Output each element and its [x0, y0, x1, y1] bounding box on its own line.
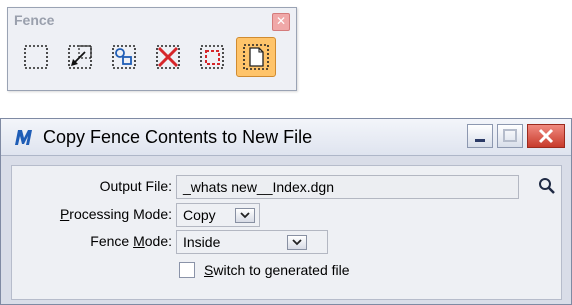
- output-file-field[interactable]: _whats new__Index.dgn: [176, 175, 519, 199]
- close-icon: [538, 128, 554, 144]
- place-fence-block-icon: [24, 45, 48, 69]
- modify-fence-icon: [68, 45, 92, 69]
- processing-mode-dropdown-button[interactable]: [235, 208, 255, 223]
- processing-mode-label: Processing Mode:: [59, 206, 172, 222]
- delete-fence-contents-icon: [156, 45, 180, 69]
- output-file-label: Output File:: [99, 178, 172, 194]
- maximize-icon: [503, 129, 517, 142]
- processing-mode-value: Copy: [183, 207, 216, 223]
- dialog-body: Output File: _whats new__Index.dgn Proce…: [11, 165, 562, 300]
- switch-to-generated-file-checkbox[interactable]: [179, 262, 195, 278]
- minimize-icon: [475, 139, 485, 142]
- drop-fence-icon: [200, 45, 224, 69]
- manipulate-fence-contents-icon: [112, 45, 136, 69]
- manipulate-fence-contents-tool-button[interactable]: [104, 37, 144, 77]
- file-fence-icon: [243, 44, 269, 70]
- place-fence-tool-button[interactable]: [16, 37, 56, 77]
- fence-toolbox: Fence ✕: [7, 7, 297, 91]
- drop-fence-tool-button[interactable]: [192, 37, 232, 77]
- delete-fence-contents-tool-button[interactable]: [148, 37, 188, 77]
- switch-to-generated-file-label: Switch to generated file: [204, 262, 350, 278]
- fence-mode-select[interactable]: Inside: [176, 230, 328, 254]
- copy-fence-dialog: Copy Fence Contents to New File Output F…: [0, 118, 572, 305]
- minimize-button[interactable]: [467, 124, 493, 148]
- fence-mode-value: Inside: [183, 234, 221, 250]
- fence-close-button[interactable]: ✕: [272, 13, 290, 31]
- fence-tools-row: [16, 37, 280, 77]
- microstation-app-icon: [15, 130, 32, 145]
- file-fence-tool-button[interactable]: [236, 37, 276, 77]
- dialog-titlebar[interactable]: Copy Fence Contents to New File: [1, 119, 571, 156]
- dialog-title: Copy Fence Contents to New File: [43, 127, 313, 147]
- processing-mode-select[interactable]: Copy: [176, 203, 260, 227]
- fence-toolbox-title: Fence: [14, 12, 55, 28]
- chevron-down-icon: [240, 212, 250, 219]
- fence-mode-dropdown-button[interactable]: [287, 235, 307, 250]
- maximize-button[interactable]: [497, 124, 523, 148]
- modify-fence-tool-button[interactable]: [60, 37, 100, 77]
- close-button[interactable]: [527, 124, 565, 148]
- browse-search-icon[interactable]: [537, 176, 557, 196]
- fence-mode-label: Fence Mode:: [90, 233, 172, 249]
- chevron-down-icon: [292, 239, 302, 246]
